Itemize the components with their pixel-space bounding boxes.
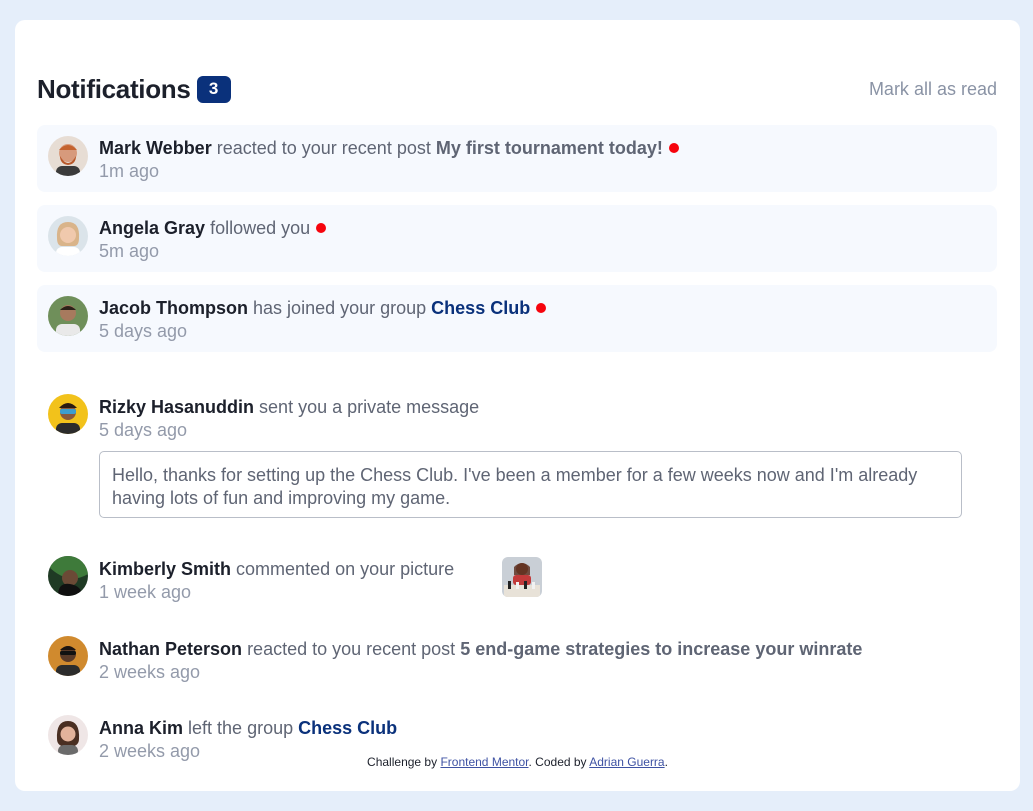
notification-content: Jacob Thompson has joined your group Che… bbox=[99, 297, 987, 342]
notification-content: Rizky Hasanuddin sent you a private mess… bbox=[99, 396, 987, 441]
user-name[interactable]: Angela Gray bbox=[99, 218, 205, 238]
avatar[interactable] bbox=[48, 715, 88, 755]
mark-all-read-button[interactable]: Mark all as read bbox=[869, 79, 997, 100]
timestamp: 2 weeks ago bbox=[99, 662, 201, 682]
user-name[interactable]: Rizky Hasanuddin bbox=[99, 397, 254, 417]
author-link[interactable]: Adrian Guerra bbox=[589, 755, 664, 769]
action-text: commented on your picture bbox=[236, 559, 455, 579]
action-text: reacted to your recent post bbox=[216, 138, 431, 158]
unread-dot-icon bbox=[668, 143, 679, 153]
unread-count-badge: 3 bbox=[196, 75, 231, 103]
attribution-footer: Challenge by Frontend Mentor. Coded by A… bbox=[15, 755, 1020, 769]
user-name[interactable]: Jacob Thompson bbox=[99, 298, 248, 318]
notification-item[interactable]: Kimberly Smith commented on your picture… bbox=[37, 537, 997, 603]
notifications-card: Notifications 3 Mark all as read Mark We… bbox=[15, 20, 1020, 791]
notification-content: Angela Gray followed you 5m ago bbox=[99, 217, 987, 262]
action-text: reacted to you recent post bbox=[247, 639, 456, 659]
header: Notifications 3 Mark all as read bbox=[37, 72, 997, 106]
user-name[interactable]: Mark Webber bbox=[99, 138, 212, 158]
notification-item[interactable]: Mark Webber reacted to your recent post … bbox=[37, 125, 997, 192]
notification-text: Jacob Thompson has joined your group Che… bbox=[99, 297, 987, 319]
group-link[interactable]: Chess Club bbox=[298, 718, 397, 738]
avatar[interactable] bbox=[48, 296, 88, 336]
notification-item[interactable]: Rizky Hasanuddin sent you a private mess… bbox=[37, 365, 997, 525]
avatar[interactable] bbox=[48, 394, 88, 434]
timestamp: 1 week ago bbox=[99, 582, 192, 602]
notification-content: Nathan Peterson reacted to you recent po… bbox=[99, 638, 987, 683]
unread-dot-icon bbox=[316, 223, 327, 233]
timestamp: 1m ago bbox=[99, 161, 160, 181]
notification-text: Anna Kim left the group Chess Club bbox=[99, 717, 987, 739]
action-text: left the group bbox=[188, 718, 294, 738]
footer-suffix: . bbox=[664, 755, 668, 769]
timestamp: 5m ago bbox=[99, 241, 160, 261]
notification-text: Mark Webber reacted to your recent post … bbox=[99, 137, 987, 159]
post-link[interactable]: 5 end-game strategies to increase your w… bbox=[460, 639, 862, 659]
footer-prefix: Challenge by bbox=[367, 755, 438, 769]
private-message-box[interactable]: Hello, thanks for setting up the Chess C… bbox=[99, 451, 962, 518]
frontend-mentor-link[interactable]: Frontend Mentor bbox=[440, 755, 528, 769]
user-name[interactable]: Kimberly Smith bbox=[99, 559, 231, 579]
notification-text: Rizky Hasanuddin sent you a private mess… bbox=[99, 396, 987, 418]
footer-middle: . Coded by bbox=[528, 755, 587, 769]
notification-item[interactable]: Jacob Thompson has joined your group Che… bbox=[37, 285, 997, 352]
action-text: has joined your group bbox=[253, 298, 427, 318]
unread-dot-icon bbox=[536, 303, 547, 313]
post-link[interactable]: My first tournament today! bbox=[436, 138, 663, 158]
user-name[interactable]: Anna Kim bbox=[99, 718, 183, 738]
notification-text: Kimberly Smith commented on your picture bbox=[99, 558, 987, 580]
user-name[interactable]: Nathan Peterson bbox=[99, 639, 242, 659]
notification-content: Mark Webber reacted to your recent post … bbox=[99, 137, 987, 182]
notification-item[interactable]: Anna Kim left the group Chess Club 2 wee… bbox=[37, 696, 997, 762]
action-text: sent you a private message bbox=[259, 397, 480, 417]
title-group: Notifications 3 bbox=[37, 74, 231, 105]
page-title: Notifications bbox=[37, 73, 191, 104]
avatar[interactable] bbox=[48, 556, 88, 596]
notification-item[interactable]: Angela Gray followed you 5m ago bbox=[37, 205, 997, 272]
avatar[interactable] bbox=[48, 136, 88, 176]
avatar[interactable] bbox=[48, 636, 88, 676]
timestamp: 5 days ago bbox=[99, 321, 188, 341]
notification-text: Angela Gray followed you bbox=[99, 217, 987, 239]
group-link[interactable]: Chess Club bbox=[431, 298, 530, 318]
action-text: followed you bbox=[210, 218, 311, 238]
commented-picture-thumbnail[interactable] bbox=[502, 557, 542, 597]
timestamp: 5 days ago bbox=[99, 420, 188, 440]
notification-text: Nathan Peterson reacted to you recent po… bbox=[99, 638, 987, 660]
avatar[interactable] bbox=[48, 216, 88, 256]
notification-content: Kimberly Smith commented on your picture… bbox=[99, 558, 987, 603]
notification-item[interactable]: Nathan Peterson reacted to you recent po… bbox=[37, 617, 997, 683]
